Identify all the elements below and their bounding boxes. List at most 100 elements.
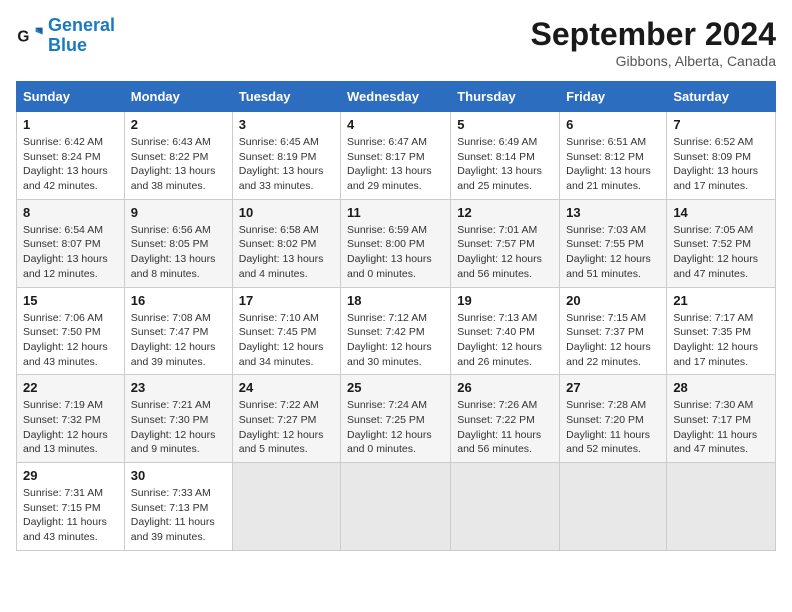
day-detail: Sunrise: 7:01 AM Sunset: 7:57 PM Dayligh… [457, 223, 553, 282]
day-cell [667, 463, 776, 551]
day-detail: Sunrise: 6:49 AM Sunset: 8:14 PM Dayligh… [457, 135, 553, 194]
day-cell: 11Sunrise: 6:59 AM Sunset: 8:00 PM Dayli… [341, 199, 451, 287]
day-detail: Sunrise: 7:24 AM Sunset: 7:25 PM Dayligh… [347, 398, 444, 457]
logo-text: General Blue [48, 16, 115, 56]
day-detail: Sunrise: 7:28 AM Sunset: 7:20 PM Dayligh… [566, 398, 660, 457]
week-row-1: 1 Sunrise: 6:42 AM Sunset: 8:24 PM Daylig… [17, 112, 776, 200]
day-cell: 16 Sunrise: 7:08 AM Sunset: 7:47 PM Dayli… [124, 287, 232, 375]
day-detail: Sunrise: 7:13 AM Sunset: 7:40 PM Dayligh… [457, 311, 553, 370]
day-cell [451, 463, 560, 551]
day-detail: Sunrise: 6:58 AM Sunset: 8:02 PM Dayligh… [239, 223, 334, 282]
day-cell [560, 463, 667, 551]
week-row-3: 15 Sunrise: 7:06 AM Sunset: 7:50 PM Dayli… [17, 287, 776, 375]
day-number: 5 [457, 117, 553, 132]
day-number: 27 [566, 380, 660, 395]
day-detail: Sunrise: 6:45 AM Sunset: 8:19 PM Dayligh… [239, 135, 334, 194]
day-number: 3 [239, 117, 334, 132]
day-cell: 23 Sunrise: 7:21 AM Sunset: 7:30 PM Dayli… [124, 375, 232, 463]
day-cell: 22 Sunrise: 7:19 AM Sunset: 7:32 PM Dayli… [17, 375, 125, 463]
day-number: 19 [457, 293, 553, 308]
day-number: 12 [457, 205, 553, 220]
day-detail: Sunrise: 6:52 AM Sunset: 8:09 PM Dayligh… [673, 135, 769, 194]
day-cell: 1 Sunrise: 6:42 AM Sunset: 8:24 PM Daylig… [17, 112, 125, 200]
col-header-monday: Monday [124, 82, 232, 112]
day-detail: Sunrise: 7:06 AM Sunset: 7:50 PM Dayligh… [23, 311, 118, 370]
day-number: 18 [347, 293, 444, 308]
day-number: 16 [131, 293, 226, 308]
calendar-header-row: SundayMondayTuesdayWednesdayThursdayFrid… [17, 82, 776, 112]
day-detail: Sunrise: 6:42 AM Sunset: 8:24 PM Dayligh… [23, 135, 118, 194]
day-cell: 2Sunrise: 6:43 AM Sunset: 8:22 PM Daylig… [124, 112, 232, 200]
day-number: 1 [23, 117, 118, 132]
day-cell: 3 Sunrise: 6:45 AM Sunset: 8:19 PM Daylig… [232, 112, 340, 200]
day-detail: Sunrise: 7:26 AM Sunset: 7:22 PM Dayligh… [457, 398, 553, 457]
day-cell: 8 Sunrise: 6:54 AM Sunset: 8:07 PM Daylig… [17, 199, 125, 287]
day-number: 30 [131, 468, 226, 483]
day-detail: Sunrise: 7:12 AM Sunset: 7:42 PM Dayligh… [347, 311, 444, 370]
day-number: 26 [457, 380, 553, 395]
day-cell: 4Sunrise: 6:47 AM Sunset: 8:17 PM Daylig… [341, 112, 451, 200]
day-number: 17 [239, 293, 334, 308]
day-detail: Sunrise: 6:51 AM Sunset: 8:12 PM Dayligh… [566, 135, 660, 194]
day-number: 23 [131, 380, 226, 395]
day-detail: Sunrise: 7:15 AM Sunset: 7:37 PM Dayligh… [566, 311, 660, 370]
day-number: 20 [566, 293, 660, 308]
day-cell: 21 Sunrise: 7:17 AM Sunset: 7:35 PM Dayli… [667, 287, 776, 375]
day-cell: 25 Sunrise: 7:24 AM Sunset: 7:25 PM Dayli… [341, 375, 451, 463]
day-detail: Sunrise: 7:33 AM Sunset: 7:13 PM Dayligh… [131, 486, 226, 545]
day-number: 7 [673, 117, 769, 132]
day-cell: 29 Sunrise: 7:31 AM Sunset: 7:15 PM Dayli… [17, 463, 125, 551]
day-detail: Sunrise: 6:56 AM Sunset: 8:05 PM Dayligh… [131, 223, 226, 282]
day-detail: Sunrise: 7:31 AM Sunset: 7:15 PM Dayligh… [23, 486, 118, 545]
logo-icon: G [16, 22, 44, 50]
day-detail: Sunrise: 7:19 AM Sunset: 7:32 PM Dayligh… [23, 398, 118, 457]
day-number: 4 [347, 117, 444, 132]
day-detail: Sunrise: 6:59 AM Sunset: 8:00 PM Dayligh… [347, 223, 444, 282]
day-cell: 6Sunrise: 6:51 AM Sunset: 8:12 PM Daylig… [560, 112, 667, 200]
day-detail: Sunrise: 7:08 AM Sunset: 7:47 PM Dayligh… [131, 311, 226, 370]
svg-text:G: G [17, 28, 29, 45]
day-number: 28 [673, 380, 769, 395]
day-number: 25 [347, 380, 444, 395]
location-subtitle: Gibbons, Alberta, Canada [531, 53, 776, 69]
logo: G General Blue [16, 16, 115, 56]
day-number: 14 [673, 205, 769, 220]
day-number: 29 [23, 468, 118, 483]
day-number: 21 [673, 293, 769, 308]
day-number: 10 [239, 205, 334, 220]
day-detail: Sunrise: 6:43 AM Sunset: 8:22 PM Dayligh… [131, 135, 226, 194]
month-title: September 2024 [531, 16, 776, 53]
week-row-4: 22 Sunrise: 7:19 AM Sunset: 7:32 PM Dayli… [17, 375, 776, 463]
day-detail: Sunrise: 7:21 AM Sunset: 7:30 PM Dayligh… [131, 398, 226, 457]
day-cell: 19 Sunrise: 7:13 AM Sunset: 7:40 PM Dayli… [451, 287, 560, 375]
day-number: 8 [23, 205, 118, 220]
day-cell: 30 Sunrise: 7:33 AM Sunset: 7:13 PM Dayli… [124, 463, 232, 551]
day-number: 22 [23, 380, 118, 395]
day-cell: 27 Sunrise: 7:28 AM Sunset: 7:20 PM Dayli… [560, 375, 667, 463]
day-detail: Sunrise: 7:05 AM Sunset: 7:52 PM Dayligh… [673, 223, 769, 282]
day-cell: 12 Sunrise: 7:01 AM Sunset: 7:57 PM Dayli… [451, 199, 560, 287]
day-number: 13 [566, 205, 660, 220]
day-cell: 26 Sunrise: 7:26 AM Sunset: 7:22 PM Dayli… [451, 375, 560, 463]
day-cell: 20 Sunrise: 7:15 AM Sunset: 7:37 PM Dayli… [560, 287, 667, 375]
day-cell: 10 Sunrise: 6:58 AM Sunset: 8:02 PM Dayli… [232, 199, 340, 287]
day-number: 15 [23, 293, 118, 308]
day-detail: Sunrise: 7:30 AM Sunset: 7:17 PM Dayligh… [673, 398, 769, 457]
col-header-wednesday: Wednesday [341, 82, 451, 112]
day-cell [341, 463, 451, 551]
day-detail: Sunrise: 7:22 AM Sunset: 7:27 PM Dayligh… [239, 398, 334, 457]
day-detail: Sunrise: 7:03 AM Sunset: 7:55 PM Dayligh… [566, 223, 660, 282]
day-cell: 24 Sunrise: 7:22 AM Sunset: 7:27 PM Dayli… [232, 375, 340, 463]
day-detail: Sunrise: 7:17 AM Sunset: 7:35 PM Dayligh… [673, 311, 769, 370]
day-cell: 9Sunrise: 6:56 AM Sunset: 8:05 PM Daylig… [124, 199, 232, 287]
page-header: G General Blue September 2024 Gibbons, A… [16, 16, 776, 69]
day-detail: Sunrise: 7:10 AM Sunset: 7:45 PM Dayligh… [239, 311, 334, 370]
week-row-5: 29 Sunrise: 7:31 AM Sunset: 7:15 PM Dayli… [17, 463, 776, 551]
day-cell [232, 463, 340, 551]
week-row-2: 8 Sunrise: 6:54 AM Sunset: 8:07 PM Daylig… [17, 199, 776, 287]
day-detail: Sunrise: 6:54 AM Sunset: 8:07 PM Dayligh… [23, 223, 118, 282]
day-number: 24 [239, 380, 334, 395]
col-header-tuesday: Tuesday [232, 82, 340, 112]
col-header-sunday: Sunday [17, 82, 125, 112]
col-header-saturday: Saturday [667, 82, 776, 112]
